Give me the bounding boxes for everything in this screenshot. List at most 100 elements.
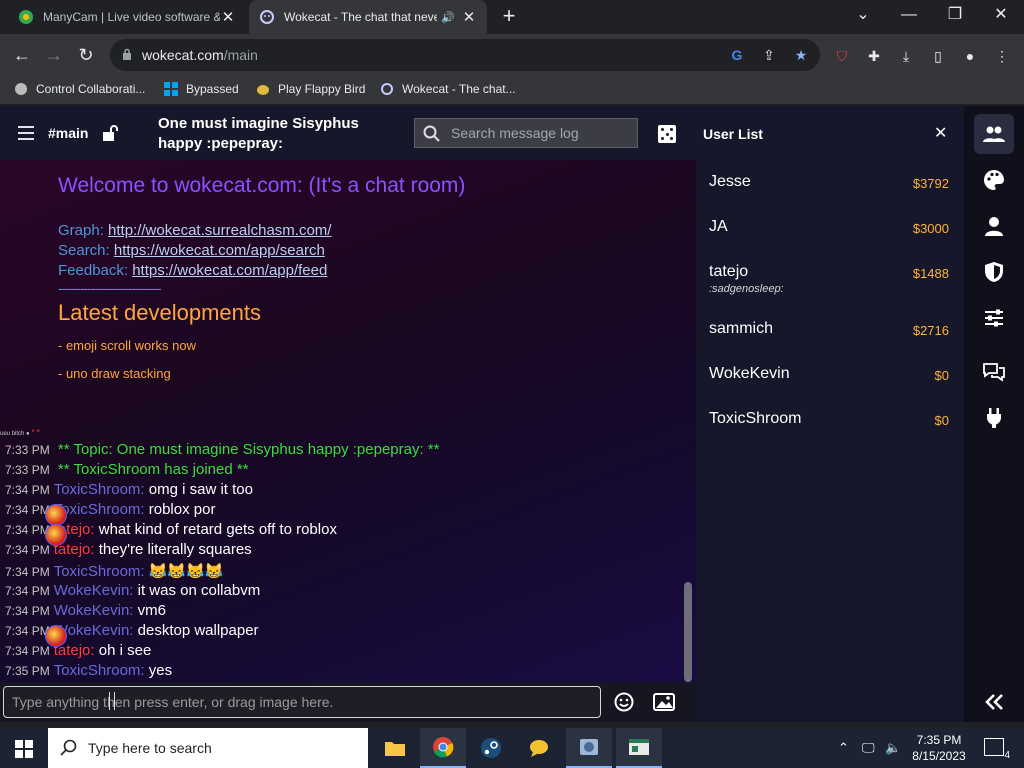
bookmark-star-icon[interactable]: ★ — [792, 46, 810, 64]
steam-icon[interactable] — [468, 728, 514, 768]
address-bar[interactable]: wokecat.com/main G ⇪ ★ — [110, 39, 820, 71]
chat-bubbles-icon[interactable] — [974, 352, 1014, 392]
speaker-icon[interactable]: 🔊 — [441, 11, 455, 24]
tab-wokecat[interactable]: Wokecat - The chat that never 🔊 ✕ — [249, 0, 487, 34]
notification-icon[interactable]: 4 — [984, 738, 1010, 761]
back-arrow-icon[interactable]: ← — [10, 43, 34, 67]
users-icon[interactable] — [974, 114, 1014, 154]
system-clock[interactable]: 7:35 PM 8/15/2023 — [908, 732, 970, 764]
close-window-button[interactable]: ✕ — [978, 0, 1024, 34]
sliders-icon[interactable] — [974, 298, 1014, 338]
extensions-icon[interactable]: ✚ — [864, 46, 884, 66]
profile-icon[interactable] — [974, 206, 1014, 246]
new-tab-button[interactable]: + — [498, 5, 520, 27]
emoji-picker-icon[interactable] — [614, 692, 634, 712]
chat-scrollbar[interactable] — [684, 582, 692, 682]
dice-icon[interactable] — [658, 125, 676, 143]
chat-line: 7:34 PM ToxicShroom: omg i saw it too — [5, 481, 253, 501]
profile-icon[interactable]: ● — [960, 46, 980, 66]
chat-header: #main One must imagine Sisyphus happy :p… — [0, 106, 696, 160]
chevron-up-icon[interactable]: ⌃ — [838, 740, 849, 756]
nick[interactable]: ToxicShroom: — [54, 501, 145, 518]
message-input[interactable] — [4, 687, 600, 717]
user-entry[interactable]: sammich $2716 — [709, 320, 949, 338]
download-icon[interactable]: ⤓ — [896, 46, 916, 66]
nick[interactable]: WokeKevin: — [54, 582, 134, 599]
tab-manycam[interactable]: ManyCam | Live video software & ✕ — [8, 0, 246, 34]
avatar[interactable] — [45, 504, 67, 526]
bird-icon — [257, 85, 269, 95]
windows-taskbar: Type here to search ⌃ 🖵 🔈 7:35 PM 8/15/2… — [0, 728, 1024, 768]
app-window-icon[interactable] — [616, 728, 662, 768]
close-icon[interactable]: ✕ — [934, 123, 947, 143]
tab-search-icon[interactable]: ⌄ — [840, 0, 886, 34]
nick[interactable]: ToxicShroom: — [54, 481, 145, 498]
nick[interactable]: ToxicShroom: — [54, 662, 145, 679]
url-path: /main — [223, 47, 258, 63]
palette-icon[interactable] — [974, 160, 1014, 200]
forward-arrow-icon[interactable]: → — [42, 43, 66, 67]
unlock-icon[interactable] — [101, 124, 119, 142]
search-icon — [423, 125, 440, 142]
chat-line: 7:34 PM WokeKevin: desktop wallpaper — [5, 622, 259, 642]
image-upload-icon[interactable] — [653, 693, 675, 711]
tab-strip: ManyCam | Live video software & ✕ Wokeca… — [0, 0, 1024, 34]
avatar[interactable] — [45, 524, 67, 546]
file-explorer-icon[interactable] — [372, 728, 418, 768]
ublock-icon[interactable]: ⛉ — [832, 46, 852, 66]
timestamp: 7:34 PM — [5, 624, 50, 638]
feedback-link[interactable]: https://wokecat.com/app/feed — [132, 262, 327, 279]
timestamp: 7:34 PM — [5, 604, 50, 618]
minimize-button[interactable]: — — [886, 0, 932, 34]
channel-name[interactable]: #main — [48, 125, 88, 141]
chrome-icon[interactable] — [420, 728, 466, 768]
search-input[interactable] — [451, 123, 631, 143]
message-log-search[interactable] — [414, 118, 638, 148]
plug-icon[interactable] — [974, 398, 1014, 438]
user-entry[interactable]: JA $3000 — [709, 218, 949, 236]
restore-button[interactable]: ❐ — [932, 0, 978, 34]
tab-title: Wokecat - The chat that never — [284, 10, 438, 24]
shield-icon[interactable] — [974, 252, 1014, 292]
google-icon[interactable]: G — [728, 46, 746, 64]
timestamp: 7:34 PM — [5, 543, 50, 557]
double-chevron-left-icon[interactable] — [974, 682, 1014, 722]
volume-icon[interactable]: 🔈 — [885, 740, 901, 756]
composer-bar — [0, 682, 696, 722]
bookmark-control-collaboration[interactable]: Control Collaborati... — [14, 82, 145, 96]
graph-link[interactable]: http://wokecat.surrealchasm.com/ — [108, 222, 331, 239]
user-entry[interactable]: WokeKevin $0 — [709, 365, 949, 383]
share-icon[interactable]: ⇪ — [760, 46, 778, 64]
nick[interactable]: ToxicShroom: — [54, 563, 145, 580]
windows-start-icon[interactable] — [15, 740, 33, 758]
user-entry[interactable]: ToxicShroom $0 — [709, 410, 949, 428]
close-tab-icon[interactable]: ✕ — [220, 8, 236, 26]
channel-topic: One must imagine Sisyphus happy :pepepra… — [158, 115, 359, 152]
bookmark-label: Bypassed — [186, 82, 239, 96]
bookmark-wokecat[interactable]: Wokecat - The chat... — [380, 82, 516, 96]
side-panel-icon[interactable]: ▯ — [928, 46, 948, 66]
bookmark-flappy-bird[interactable]: Play Flappy Bird — [256, 82, 365, 96]
message-box[interactable] — [3, 686, 601, 718]
network-icon[interactable]: 🖵 — [862, 740, 875, 756]
manycam-app-icon[interactable] — [566, 728, 612, 768]
chat-line: 7:33 PM ** ToxicShroom has joined ** — [5, 461, 249, 481]
bookmark-bypassed[interactable]: Bypassed — [164, 82, 239, 96]
chat-app-icon[interactable] — [516, 728, 562, 768]
close-tab-icon[interactable]: ✕ — [461, 8, 477, 26]
chat-line: 7:34 PM tatejo: they're literally squares — [5, 541, 252, 561]
user-name: ToxicShroom — [709, 410, 802, 427]
tab-title: ManyCam | Live video software & — [43, 10, 220, 24]
search-link[interactable]: https://wokecat.com/app/search — [114, 242, 325, 259]
clock-time: 7:35 PM — [916, 733, 962, 747]
chat-log[interactable]: Welcome to wokecat.com: (It's a chat roo… — [0, 160, 696, 682]
taskbar-search[interactable]: Type here to search — [48, 728, 368, 768]
avatar[interactable] — [45, 625, 67, 647]
hamburger-menu-icon[interactable] — [18, 126, 34, 140]
reload-icon[interactable]: ↻ — [74, 43, 98, 67]
user-entry[interactable]: Jesse $3792 — [709, 173, 949, 191]
menu-icon[interactable]: ⋮ — [992, 46, 1012, 66]
user-name: WokeKevin — [709, 365, 790, 382]
user-entry[interactable]: tatejo $1488:sadgenosleep: — [709, 263, 949, 295]
nick[interactable]: WokeKevin: — [54, 602, 134, 619]
